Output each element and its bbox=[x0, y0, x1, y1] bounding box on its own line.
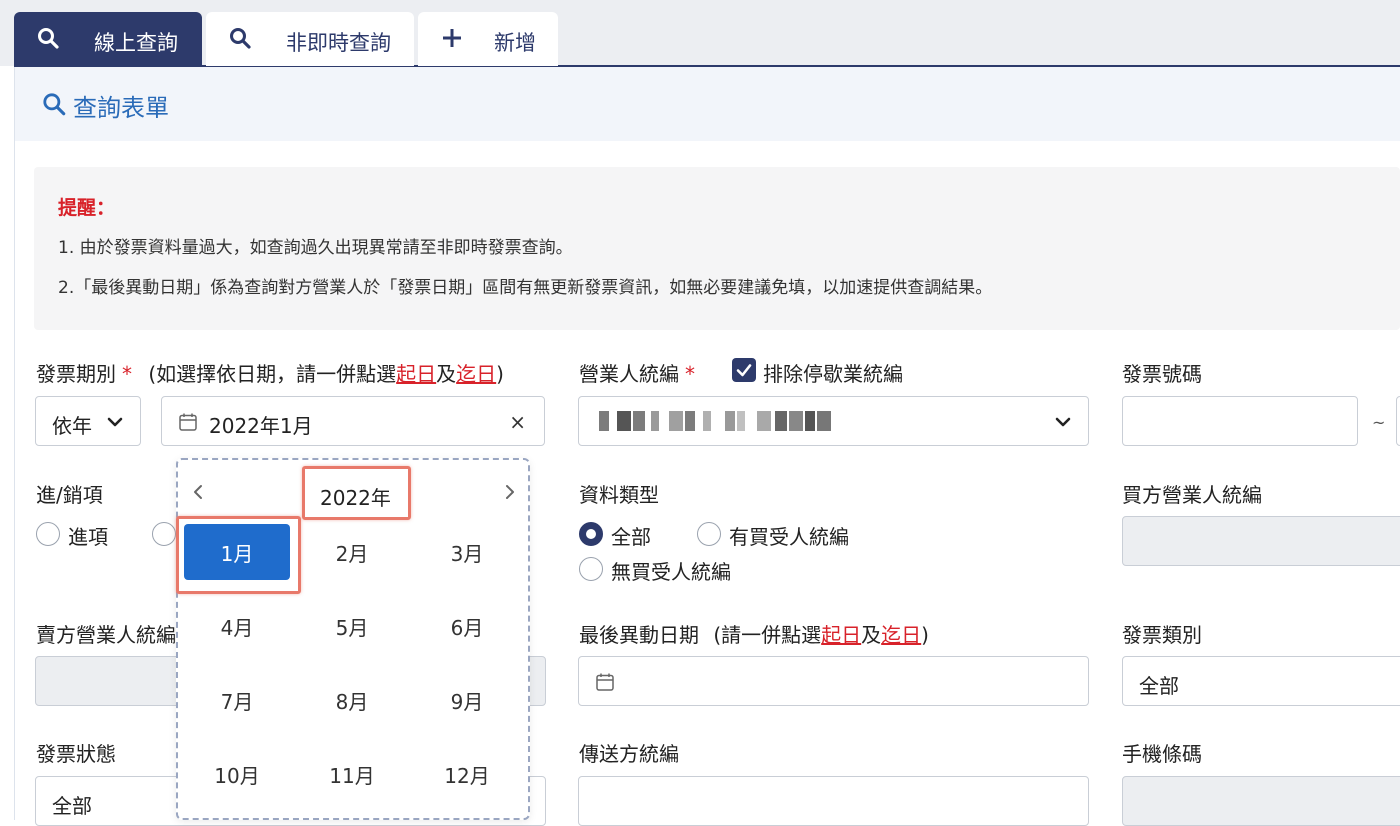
mobile-barcode-input[interactable] bbox=[1122, 776, 1400, 826]
tab-online-query-label: 線上查詢 bbox=[94, 31, 178, 55]
radio-output-item[interactable] bbox=[152, 522, 176, 546]
tab-offline-query-label: 非即時查詢 bbox=[286, 31, 391, 55]
month-cell[interactable]: 8月 bbox=[299, 672, 405, 728]
invoice-category-select[interactable]: 全部 bbox=[1122, 656, 1400, 706]
month-cell[interactable]: 9月 bbox=[414, 672, 520, 728]
invoice-status-label: 發票狀態 bbox=[36, 742, 116, 766]
chevron-down-icon bbox=[107, 417, 123, 427]
start-date-link[interactable]: 起日 bbox=[821, 623, 861, 647]
panel-header: 查詢表單 bbox=[14, 67, 1400, 141]
period-mode-select[interactable]: 依年 bbox=[35, 396, 141, 446]
month-cell[interactable]: 3月 bbox=[414, 524, 520, 580]
hint-text: ) bbox=[921, 623, 929, 647]
notice-line-2: 2.「最後異動日期」係為查詢對方營業人於「發票日期」區間有無更新發票資訊，如無必… bbox=[58, 278, 993, 298]
required-mark: * bbox=[685, 362, 695, 386]
hint-text: (請一併點選 bbox=[713, 623, 822, 647]
clear-icon[interactable]: × bbox=[509, 410, 526, 434]
radio-data-without-buyer[interactable] bbox=[579, 557, 603, 581]
buyer-id-input[interactable] bbox=[1122, 516, 1400, 566]
year-highlight-box bbox=[302, 466, 411, 520]
calendar-icon bbox=[179, 413, 197, 431]
sender-id-label: 傳送方統編 bbox=[579, 742, 679, 766]
last-modified-label: 最後異動日期 (請一併點選起日及迄日) bbox=[579, 619, 929, 648]
radio-data-all-label: 全部 bbox=[611, 525, 651, 549]
check-icon bbox=[736, 364, 752, 377]
radio-data-with-buyer-label: 有買受人統編 bbox=[729, 525, 849, 549]
plus-icon bbox=[443, 29, 461, 47]
invoice-period-hint: (如選擇依日期，請一併點選起日及迄日) bbox=[148, 362, 504, 386]
hint-text: 及 bbox=[436, 362, 457, 386]
radio-data-with-buyer[interactable] bbox=[697, 522, 721, 546]
hint-text: (如選擇依日期，請一併點選 bbox=[148, 362, 397, 386]
month-cell[interactable]: 5月 bbox=[299, 598, 405, 654]
radio-data-all[interactable] bbox=[579, 522, 603, 546]
chevron-right-icon[interactable] bbox=[500, 482, 520, 502]
tab-offline-query[interactable]: 非即時查詢 bbox=[206, 12, 414, 66]
month-cell[interactable]: 11月 bbox=[299, 746, 405, 802]
search-icon bbox=[38, 28, 59, 49]
hint-text: 及 bbox=[861, 623, 882, 647]
tab-add-label: 新增 bbox=[494, 31, 536, 55]
month-highlight-box bbox=[176, 516, 301, 594]
chevron-left-icon[interactable] bbox=[188, 482, 208, 502]
search-icon bbox=[230, 28, 251, 49]
required-mark: * bbox=[122, 362, 132, 386]
period-date-value: 2022年1月 bbox=[209, 414, 313, 438]
end-date-link[interactable]: 迄日 bbox=[881, 623, 921, 647]
month-cell[interactable]: 2月 bbox=[299, 524, 405, 580]
start-date-link[interactable]: 起日 bbox=[396, 362, 436, 386]
business-id-label-text: 營業人統編 bbox=[579, 362, 679, 386]
radio-input-item[interactable] bbox=[36, 522, 60, 546]
masked-business-id bbox=[599, 411, 859, 431]
invoice-number-label: 發票號碼 bbox=[1122, 362, 1202, 386]
buyer-id-label: 買方營業人統編 bbox=[1122, 483, 1262, 507]
invoice-number-start-input[interactable] bbox=[1122, 396, 1358, 446]
invoice-number-end-input[interactable] bbox=[1396, 396, 1400, 446]
sender-id-input[interactable] bbox=[578, 776, 1089, 826]
end-date-link[interactable]: 迄日 bbox=[456, 362, 496, 386]
business-id-label: 營業人統編 * bbox=[579, 358, 695, 387]
business-id-select[interactable] bbox=[578, 396, 1089, 446]
tab-add[interactable]: 新增 bbox=[418, 12, 558, 66]
calendar-icon bbox=[596, 673, 614, 691]
period-mode-value: 依年 bbox=[52, 414, 92, 438]
month-cell[interactable]: 4月 bbox=[184, 598, 290, 654]
panel-title: 查詢表單 bbox=[73, 94, 169, 122]
exclude-suspended-checkbox[interactable] bbox=[732, 358, 756, 382]
chevron-down-icon bbox=[1055, 417, 1071, 427]
invoice-status-value: 全部 bbox=[52, 794, 92, 818]
data-type-label: 資料類型 bbox=[579, 483, 659, 507]
notice-box: 提醒： 1. 由於發票資料量過大，如查詢過久出現異常請至非即時發票查詢。 2.「… bbox=[34, 167, 1400, 330]
invoice-period-label: 發票期別 * (如選擇依日期，請一併點選起日及迄日) bbox=[36, 358, 504, 387]
hint-text: ) bbox=[496, 362, 504, 386]
search-icon bbox=[43, 93, 66, 116]
mobile-barcode-label: 手機條碼 bbox=[1122, 742, 1202, 766]
last-modified-date-input[interactable] bbox=[578, 656, 1089, 706]
last-modified-hint: (請一併點選起日及迄日) bbox=[713, 623, 929, 647]
month-cell[interactable]: 10月 bbox=[184, 746, 290, 802]
last-modified-label-text: 最後異動日期 bbox=[579, 623, 699, 647]
invoice-period-label-text: 發票期別 bbox=[36, 362, 116, 386]
invoice-category-value: 全部 bbox=[1139, 674, 1179, 698]
tab-online-query[interactable]: 線上查詢 bbox=[14, 12, 202, 66]
month-cell[interactable]: 6月 bbox=[414, 598, 520, 654]
month-cell[interactable]: 7月 bbox=[184, 672, 290, 728]
range-separator: ~ bbox=[1372, 413, 1386, 432]
notice-title: 提醒： bbox=[58, 197, 116, 219]
io-type-label: 進/銷項 bbox=[36, 483, 103, 507]
period-date-input[interactable]: 2022年1月 × bbox=[161, 396, 545, 446]
radio-input-item-label: 進項 bbox=[68, 525, 108, 549]
seller-id-label: 賣方營業人統編 bbox=[36, 623, 176, 647]
exclude-suspended-label: 排除停歇業統編 bbox=[763, 362, 903, 386]
month-cell[interactable]: 12月 bbox=[414, 746, 520, 802]
notice-line-1: 1. 由於發票資料量過大，如查詢過久出現異常請至非即時發票查詢。 bbox=[58, 238, 573, 258]
radio-data-without-buyer-label: 無買受人統編 bbox=[611, 560, 731, 584]
invoice-category-label: 發票類別 bbox=[1122, 623, 1202, 647]
